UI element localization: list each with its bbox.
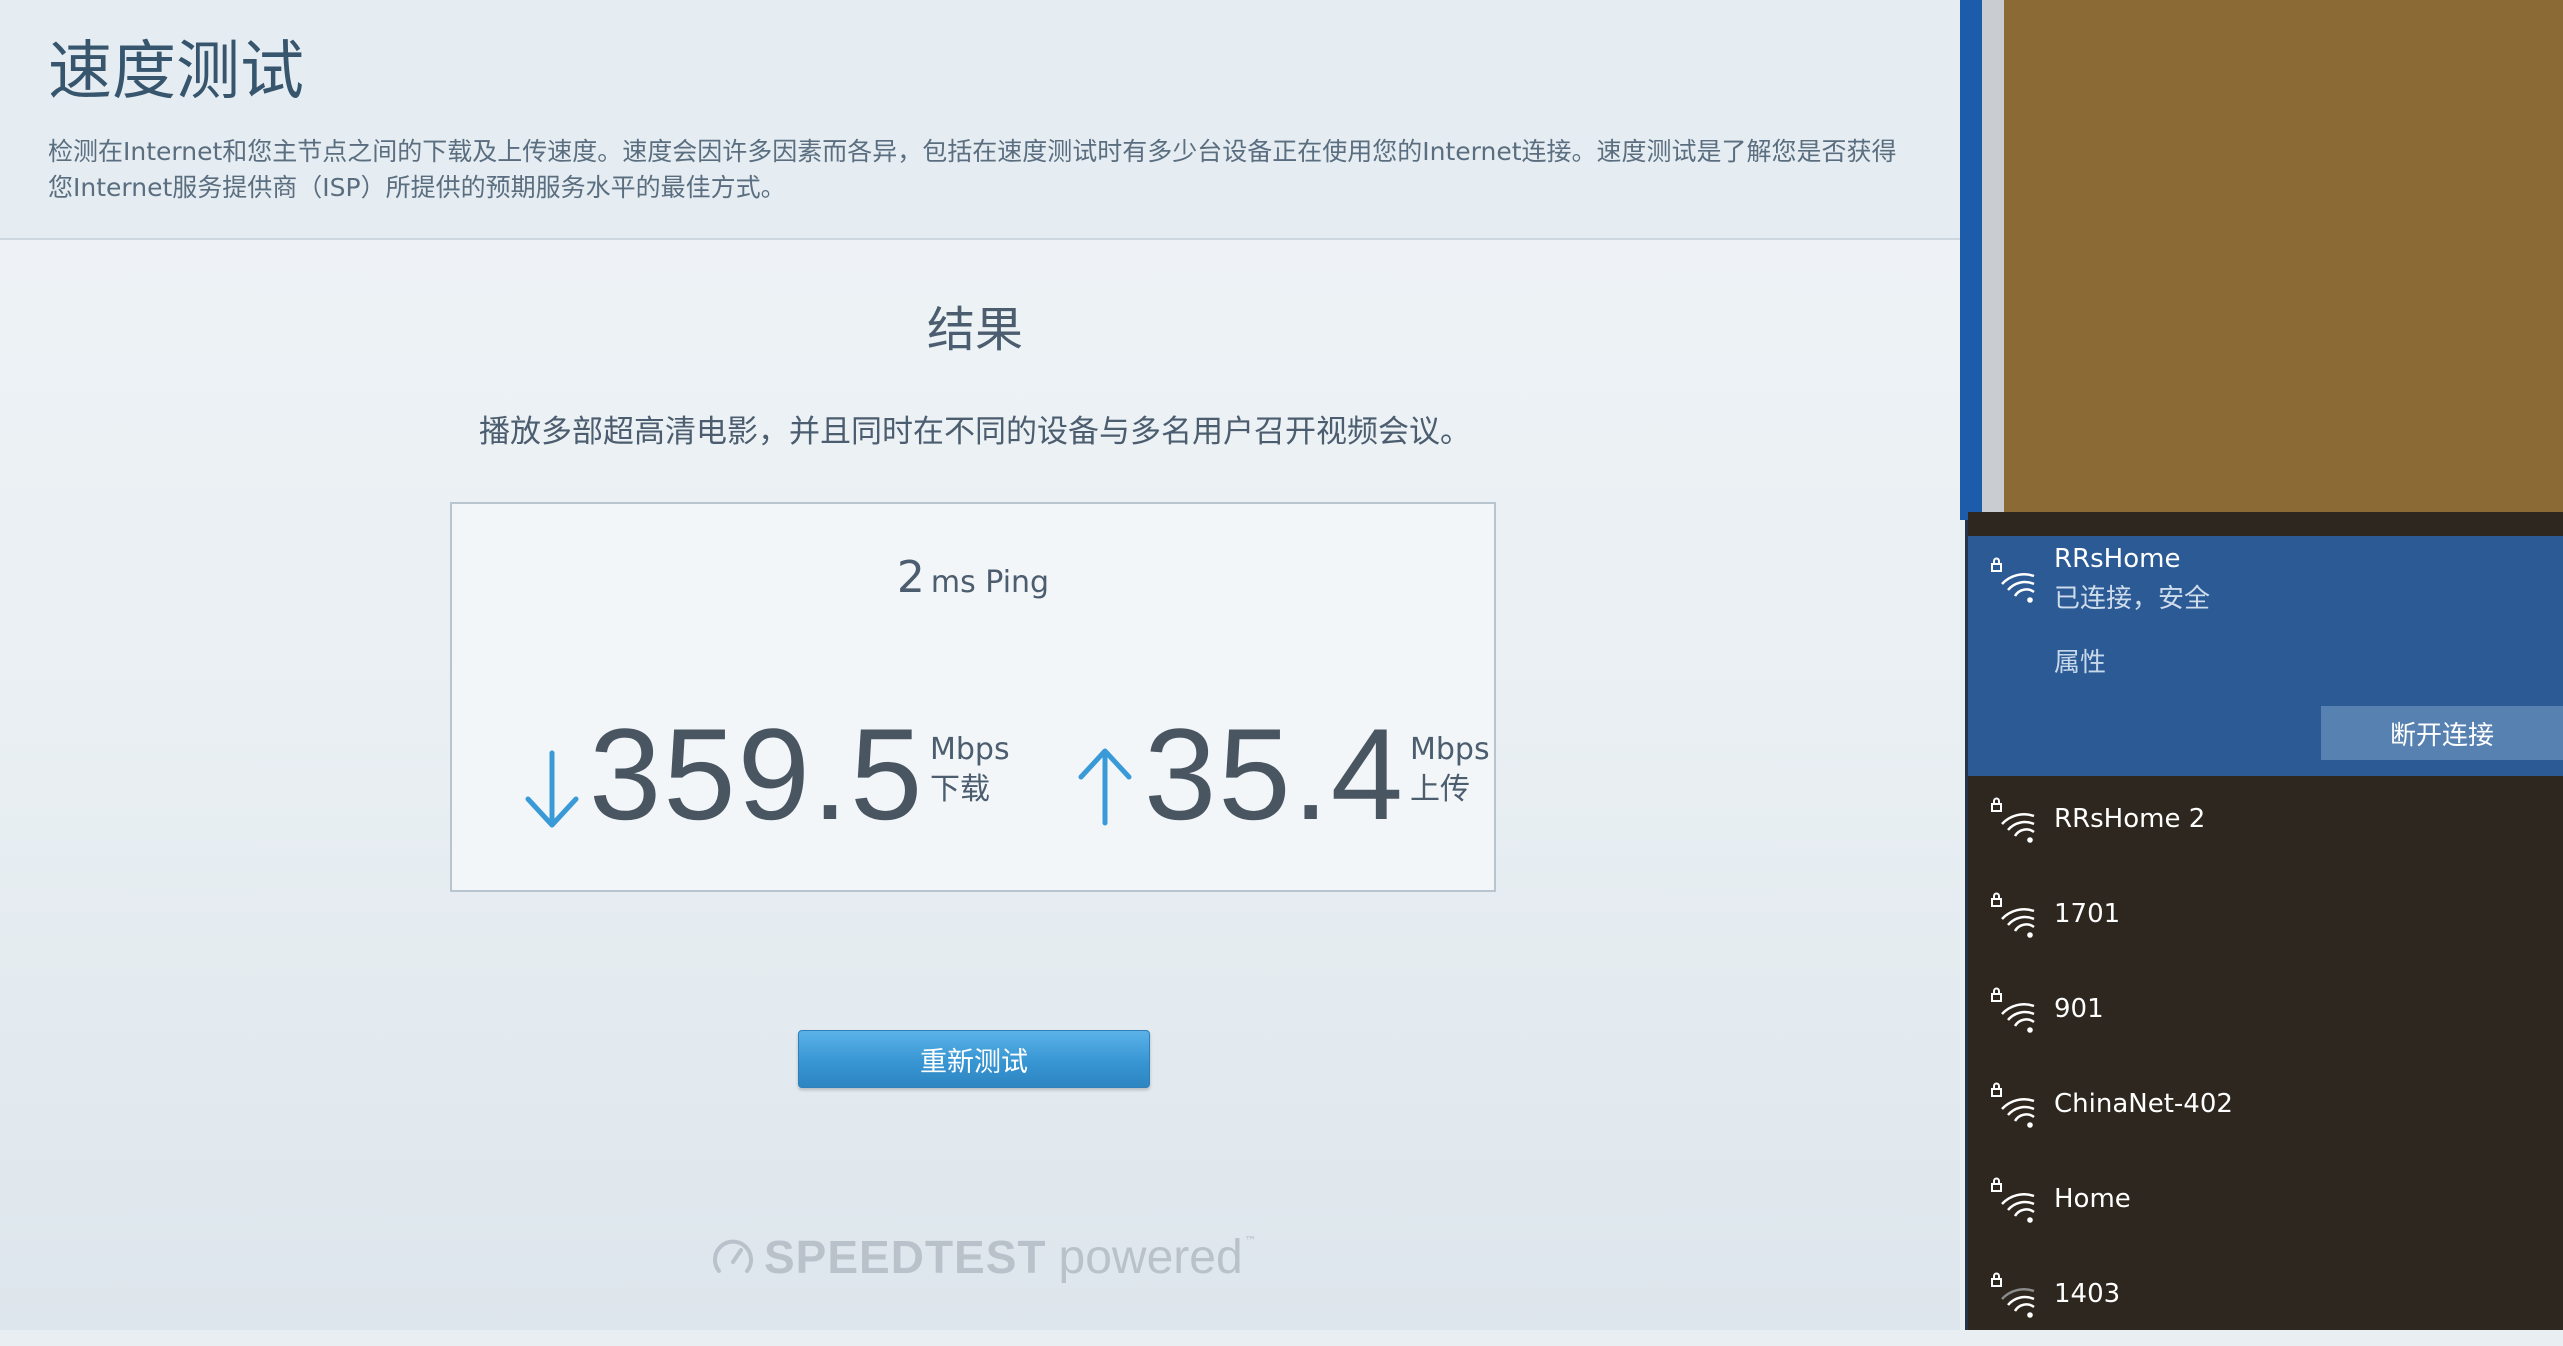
wifi-network-panel: RRsHome 已连接，安全 属性 断开连接 RRsHome 2 1701 90… [1968, 512, 2563, 1330]
network-name: ChinaNet-402 [2054, 1089, 2233, 1119]
results-summary: 播放多部超高清电影，并且同时在不同的设备与多名用户召开视频会议。 [479, 414, 1471, 450]
brand-wordmark: SPEEDTEST [764, 1231, 1047, 1283]
connected-network-name: RRsHome [2054, 544, 2181, 574]
wifi-secured-icon [1991, 987, 2035, 1033]
router-app-window: 速度测试 检测在Internet和您主节点之间的下载及上传速度。速度会因许多因素… [0, 0, 1960, 1330]
download-unit-label: Mbps [930, 732, 1010, 767]
arrow-up-icon [1078, 748, 1132, 826]
wifi-secured-icon [1991, 1177, 2035, 1223]
upload-speed-value: 35.4 [1144, 701, 1406, 847]
wifi-secured-icon [1991, 1082, 2035, 1128]
retest-button[interactable]: 重新测试 [798, 1030, 1150, 1088]
network-item[interactable]: 901 [1968, 966, 2563, 1061]
desktop-background [2004, 0, 2563, 512]
page-title: 速度测试 [48, 35, 304, 109]
network-name: 901 [2054, 994, 2104, 1024]
wifi-connected-network[interactable]: RRsHome 已连接，安全 属性 断开连接 [1968, 536, 2563, 776]
connection-status: 已连接，安全 [2054, 584, 2211, 614]
panel-top-strip [1968, 512, 2563, 536]
network-item[interactable]: ChinaNet-402 [1968, 1061, 2563, 1156]
page-header: 速度测试 检测在Internet和您主节点之间的下载及上传速度。速度会因许多因素… [0, 0, 1960, 240]
disconnect-button[interactable]: 断开连接 [2321, 706, 2563, 760]
network-name: Home [2054, 1184, 2131, 1214]
network-item[interactable]: 1701 [1968, 871, 2563, 966]
ping-unit: ms Ping [930, 565, 1050, 600]
upload-unit-label: Mbps [1410, 732, 1490, 767]
network-item[interactable]: RRsHome 2 [1968, 776, 2563, 871]
network-name: RRsHome 2 [2054, 804, 2206, 834]
page-description: 检测在Internet和您主节点之间的下载及上传速度。速度会因许多因素而各异，包… [48, 137, 1897, 202]
ping-readout: 2 ms Ping [452, 552, 1494, 603]
speed-result-panel: 2 ms Ping 359.5 Mbps 下载 35.4 Mbps 上传 [450, 502, 1496, 892]
properties-link[interactable]: 属性 [2054, 642, 2106, 679]
network-item[interactable]: Home [1968, 1156, 2563, 1251]
download-unit: Mbps 下载 [930, 730, 1010, 810]
download-label: 下载 [930, 772, 990, 807]
network-name: 1701 [2054, 899, 2121, 929]
upload-unit: Mbps 上传 [1410, 730, 1490, 810]
download-speed-value: 359.5 [589, 701, 925, 847]
network-item[interactable]: 1403 [1968, 1251, 2563, 1346]
network-name: 1403 [2054, 1279, 2121, 1309]
wifi-secured-icon [1991, 557, 2035, 603]
ping-value: 2 [896, 552, 925, 603]
upload-label: 上传 [1410, 772, 1470, 807]
wifi-secured-icon [1991, 797, 2035, 843]
speedtest-brand: SPEEDTEST powered ™ [710, 1222, 1257, 1292]
results-heading: 结果 [926, 302, 1023, 358]
brand-powered: powered [1058, 1230, 1243, 1284]
wifi-secured-icon [1991, 892, 2035, 938]
scrollbar-track[interactable] [1982, 0, 2004, 520]
wifi-secured-weak-icon [1991, 1272, 2035, 1318]
brand-trademark: ™ [1244, 1234, 1257, 1248]
arrow-down-icon [525, 750, 579, 828]
speedometer-icon [713, 1239, 753, 1273]
window-edge [1960, 0, 1982, 520]
